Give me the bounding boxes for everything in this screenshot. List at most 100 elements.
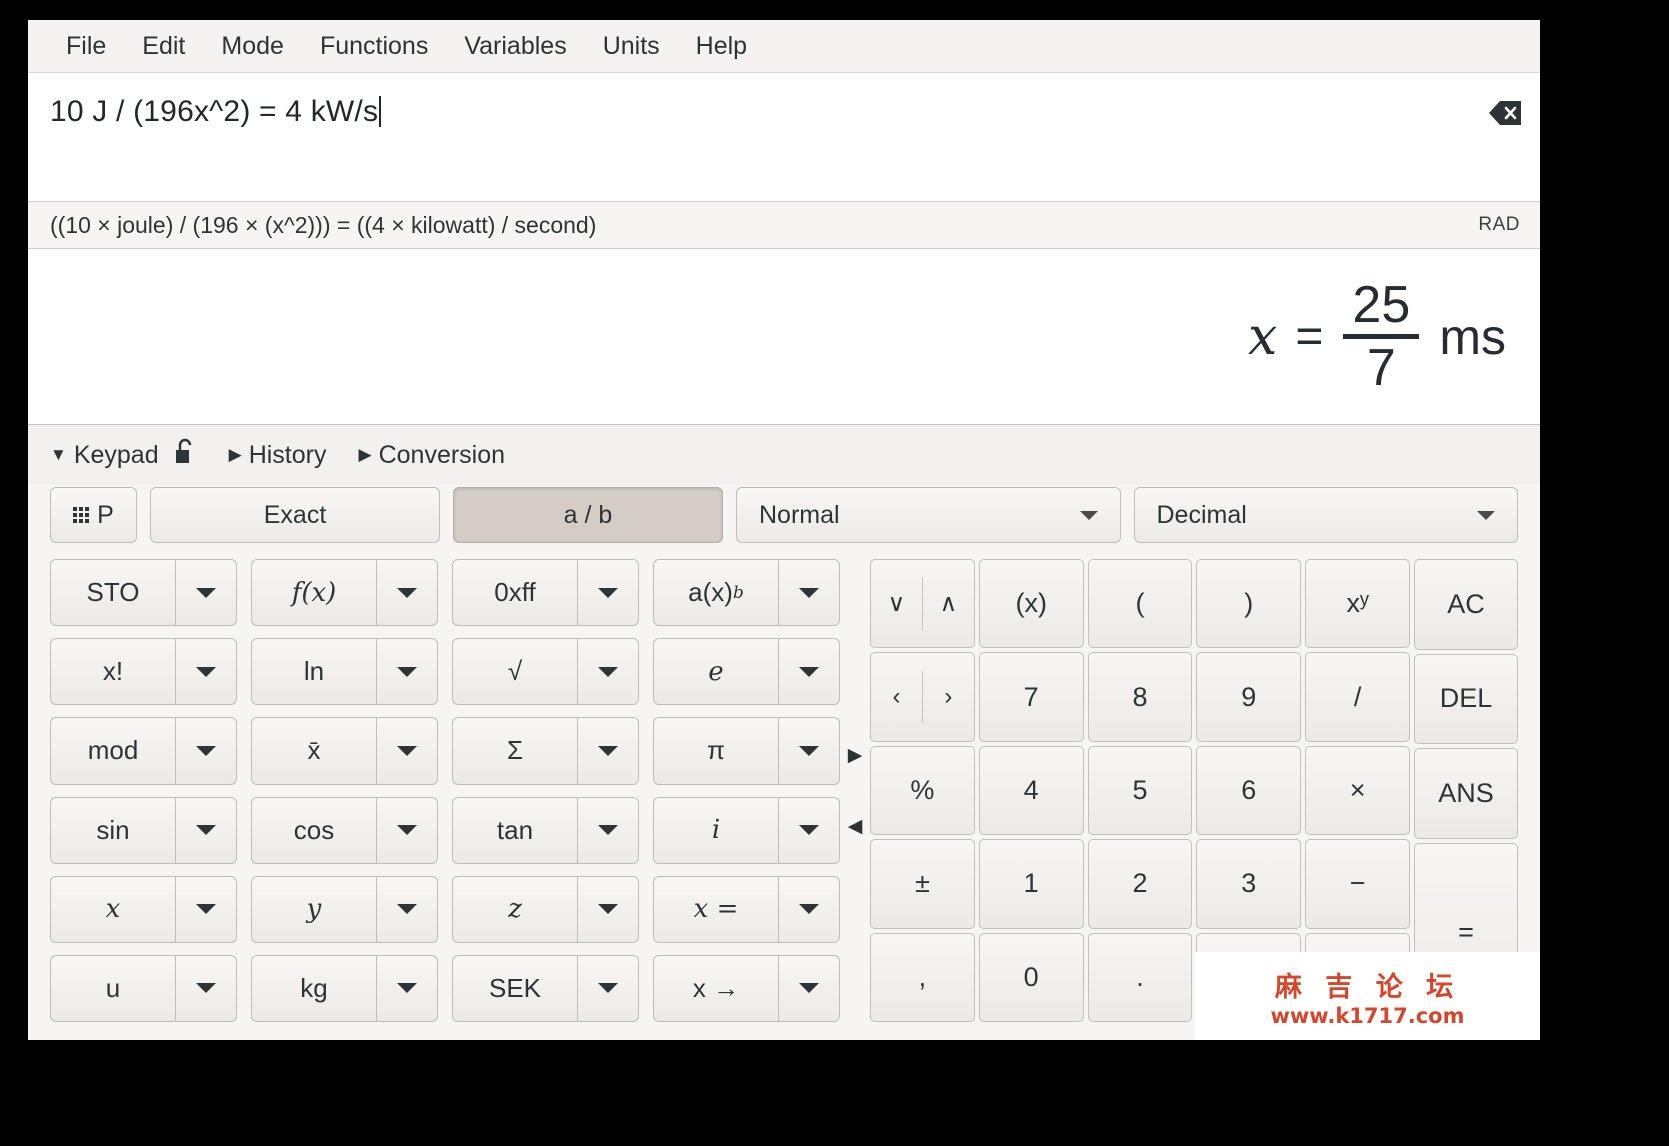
function-button-e[interactable]: e <box>653 638 778 706</box>
function-button-unit-kg[interactable]: kg <box>251 954 376 1023</box>
function-dropdown-unit-kg[interactable] <box>376 954 438 1023</box>
function-button-pi[interactable]: π <box>653 717 778 785</box>
function-dropdown-sum[interactable] <box>577 717 639 785</box>
function-dropdown-sqrt[interactable] <box>577 638 639 706</box>
numeric-button-2[interactable]: 2 <box>1087 839 1193 929</box>
expression-entry[interactable]: 10 J / (196x^2) = 4 kW/s <box>28 73 1540 202</box>
numeric-button-parens-pair[interactable]: (x) <box>978 559 1084 649</box>
delete-button[interactable]: DEL <box>1414 653 1518 745</box>
exact-mode-button[interactable]: Exact <box>150 487 440 543</box>
menu-item-units[interactable]: Units <box>585 28 678 65</box>
function-dropdown-mod[interactable] <box>175 717 237 785</box>
function-dropdown-varz[interactable] <box>577 875 639 943</box>
numeric-button-4[interactable]: 4 <box>978 745 1084 836</box>
function-button-tan[interactable]: tan <box>452 796 577 864</box>
function-dropdown-unit-u[interactable] <box>175 954 237 1023</box>
fraction-mode-button[interactable]: a / b <box>453 487 723 543</box>
function-button-hex[interactable]: 0xff <box>452 559 577 627</box>
numeric-button-divide[interactable]: / <box>1305 652 1410 742</box>
angle-mode-indicator[interactable]: RAD <box>1478 214 1520 236</box>
function-dropdown-pi[interactable] <box>778 717 840 785</box>
function-dropdown-sin[interactable] <box>175 796 237 864</box>
tab-keypad[interactable]: ▼ Keypad <box>50 438 197 473</box>
function-dropdown-assign[interactable] <box>778 875 840 943</box>
function-dropdown-mean[interactable] <box>376 717 438 785</box>
result-base-dropdown[interactable]: Decimal <box>1133 487 1518 543</box>
function-button-sto[interactable]: STO <box>50 559 175 627</box>
function-button-vary[interactable]: y <box>251 875 376 943</box>
tab-history[interactable]: ▶ History <box>229 441 327 470</box>
function-button-cos[interactable]: cos <box>251 796 376 864</box>
clear-all-button[interactable]: AC <box>1414 559 1518 650</box>
function-button-axb[interactable]: a(x) b <box>653 559 778 627</box>
clear-entry-icon[interactable] <box>1488 99 1522 127</box>
result-display[interactable]: x = 25 7 ms <box>28 249 1540 425</box>
function-button-convert[interactable]: x → <box>653 954 778 1023</box>
answer-button[interactable]: ANS <box>1414 748 1518 839</box>
numeric-button-open-paren[interactable]: ( <box>1087 559 1193 649</box>
nav-right-icon[interactable]: › <box>923 653 974 740</box>
numeric-button-3[interactable]: 3 <box>1196 839 1302 929</box>
number-format-dropdown[interactable]: Normal <box>736 487 1121 543</box>
function-dropdown-tan[interactable] <box>577 796 639 864</box>
nav-left-right-button[interactable]: ‹ › <box>870 652 975 742</box>
nav-down-icon[interactable]: ∨ <box>871 560 922 647</box>
menu-item-help[interactable]: Help <box>678 28 765 65</box>
function-button-assign[interactable]: x = <box>653 875 778 943</box>
programmers-keypad-button[interactable]: P <box>50 487 137 543</box>
numeric-button-9[interactable]: 9 <box>1196 652 1302 742</box>
function-button-mod[interactable]: mod <box>50 717 175 785</box>
function-button-mean[interactable]: x̄ <box>251 717 376 785</box>
function-dropdown-e[interactable] <box>778 638 840 706</box>
menu-item-edit[interactable]: Edit <box>124 28 203 65</box>
function-dropdown-cos[interactable] <box>376 796 438 864</box>
function-dropdown-vary[interactable] <box>376 875 438 943</box>
function-button-varx[interactable]: x <box>50 875 175 943</box>
function-dropdown-convert[interactable] <box>778 954 840 1023</box>
tab-conversion[interactable]: ▶ Conversion <box>359 441 506 470</box>
function-button-factorial[interactable]: x! <box>50 638 175 706</box>
numeric-button-percent[interactable]: % <box>870 745 975 836</box>
menu-item-variables[interactable]: Variables <box>446 28 584 65</box>
function-dropdown-axb[interactable] <box>778 559 840 627</box>
keypad-prev-page-icon[interactable]: ◀ <box>848 815 863 838</box>
function-dropdown-varx[interactable] <box>175 875 237 943</box>
function-button-ln[interactable]: ln <box>251 638 376 706</box>
function-dropdown-currency-sek[interactable] <box>577 954 639 1023</box>
function-button-varz[interactable]: z <box>452 875 577 943</box>
menu-item-file[interactable]: File <box>48 28 124 65</box>
numeric-button-8[interactable]: 8 <box>1087 652 1193 742</box>
function-button-currency-sek[interactable]: SEK <box>452 954 577 1023</box>
numeric-button-multiply[interactable]: × <box>1305 745 1410 836</box>
numeric-button-6[interactable]: 6 <box>1196 745 1302 836</box>
nav-left-icon[interactable]: ‹ <box>871 653 922 740</box>
function-dropdown-imaginary[interactable] <box>778 796 840 864</box>
numeric-button-5[interactable]: 5 <box>1087 745 1193 836</box>
function-dropdown-ln[interactable] <box>376 638 438 706</box>
function-dropdown-sto[interactable] <box>175 559 237 627</box>
numeric-button-close-paren[interactable]: ) <box>1196 559 1302 649</box>
numeric-button-7[interactable]: 7 <box>978 652 1084 742</box>
numeric-button-comma[interactable]: , <box>870 932 975 1023</box>
function-button-imaginary[interactable]: i <box>653 796 778 864</box>
function-dropdown-fx[interactable] <box>376 559 438 627</box>
keypad-next-page-icon[interactable]: ▶ <box>848 744 863 767</box>
menu-item-mode[interactable]: Mode <box>203 28 302 65</box>
numeric-button-minus[interactable]: − <box>1305 839 1410 929</box>
numeric-button-decimal-point[interactable]: . <box>1087 932 1193 1023</box>
function-dropdown-factorial[interactable] <box>175 638 237 706</box>
function-dropdown-hex[interactable] <box>577 559 639 627</box>
nav-up-icon[interactable]: ∧ <box>923 560 974 647</box>
function-button-sin[interactable]: sin <box>50 796 175 864</box>
numeric-button-0[interactable]: 0 <box>978 932 1084 1023</box>
function-button-unit-u[interactable]: u <box>50 954 175 1023</box>
menu-item-functions[interactable]: Functions <box>302 28 446 65</box>
function-button-fx[interactable]: f(x) <box>251 559 376 627</box>
numeric-button-power[interactable]: xʸ <box>1305 559 1410 649</box>
unlocked-padlock-icon[interactable] <box>173 438 197 473</box>
numeric-button-1[interactable]: 1 <box>978 839 1084 929</box>
function-button-sqrt[interactable]: √ <box>452 638 577 706</box>
nav-down-up-button[interactable]: ∨ ∧ <box>870 559 975 649</box>
function-button-sum[interactable]: Σ <box>452 717 577 785</box>
numeric-button-plusminus[interactable]: ± <box>870 839 975 929</box>
